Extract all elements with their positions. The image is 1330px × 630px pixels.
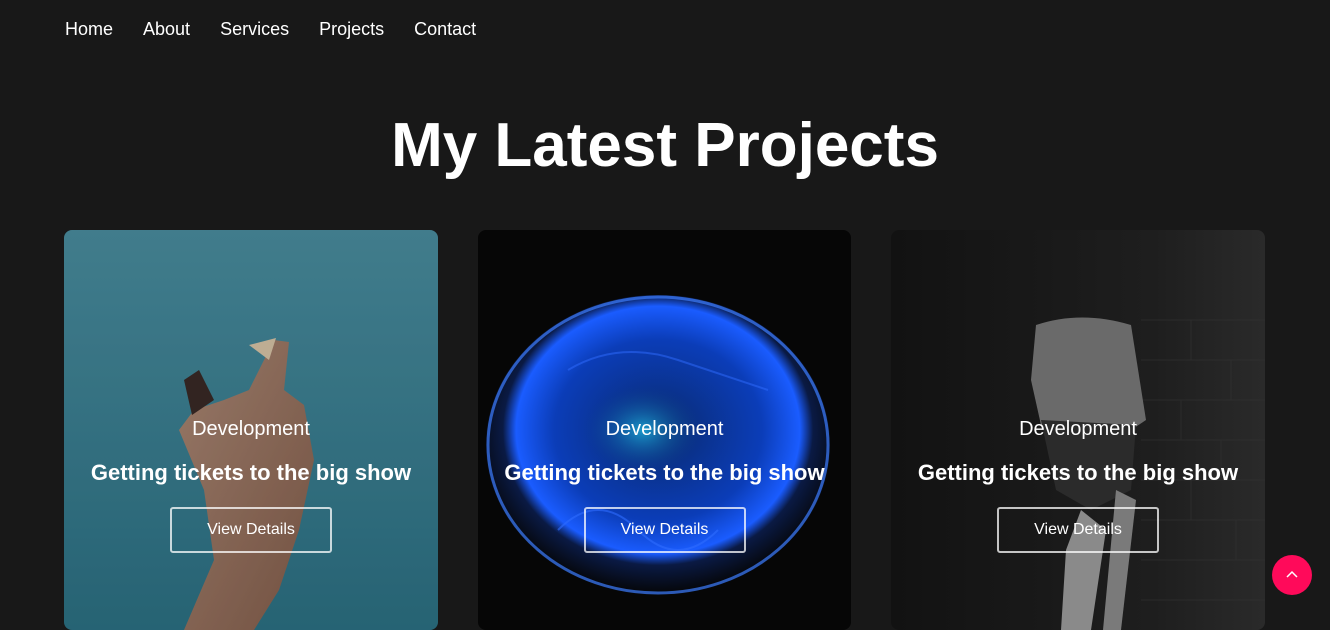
nav-home[interactable]: Home <box>65 17 113 41</box>
view-details-button[interactable]: View Details <box>997 507 1159 553</box>
project-card[interactable]: Development Getting tickets to the big s… <box>64 230 438 630</box>
nav-services[interactable]: Services <box>220 17 289 41</box>
chevron-up-icon <box>1286 570 1298 578</box>
section-title: My Latest Projects <box>391 111 939 180</box>
project-category: Development <box>605 418 724 440</box>
view-details-button[interactable]: View Details <box>170 507 332 553</box>
project-category: Development <box>1019 418 1137 440</box>
scroll-to-top-button[interactable] <box>1272 555 1312 595</box>
project-card[interactable]: Development Getting tickets to the big s… <box>478 230 851 630</box>
project-category: Development <box>192 418 310 440</box>
project-card-content: Development Getting tickets to the big s… <box>891 416 1265 553</box>
project-title: Getting tickets to the big show <box>504 460 825 485</box>
nav-projects[interactable]: Projects <box>319 17 384 41</box>
nav-about[interactable]: About <box>143 17 190 41</box>
main-nav: Home About Services Projects Contact <box>65 17 506 41</box>
project-card[interactable]: Development Getting tickets to the big s… <box>891 230 1265 630</box>
nav-contact[interactable]: Contact <box>414 17 476 41</box>
project-title: Getting tickets to the big show <box>90 460 412 485</box>
project-card-content: Development Getting tickets to the big s… <box>478 416 851 553</box>
view-details-button[interactable]: View Details <box>583 507 746 553</box>
project-title: Getting tickets to the big show <box>917 460 1239 485</box>
project-card-content: Development Getting tickets to the big s… <box>64 416 438 553</box>
